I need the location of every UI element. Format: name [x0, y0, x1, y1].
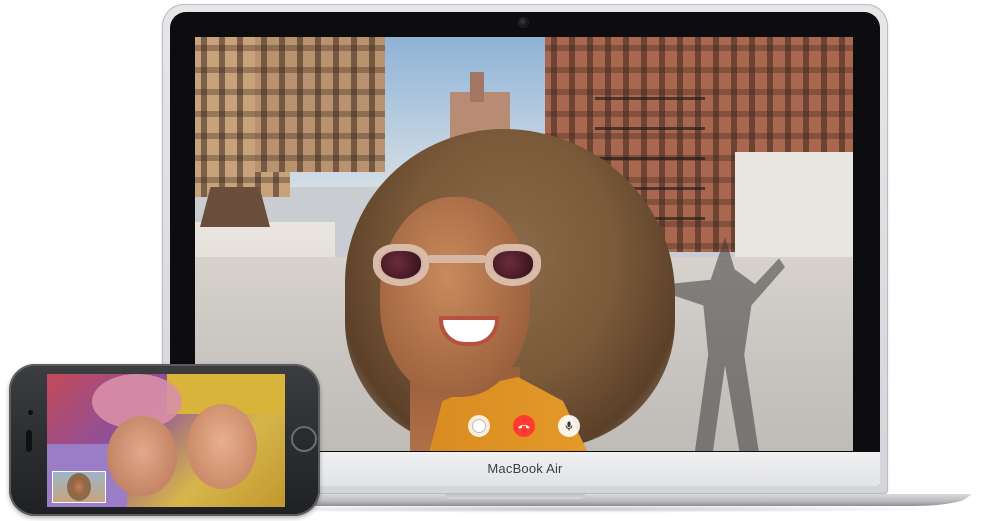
rooftop-vent [200, 187, 270, 227]
microphone-icon [565, 421, 573, 431]
iphone-speaker [26, 430, 32, 452]
caller-face-left [107, 416, 177, 496]
caller-face [380, 197, 530, 397]
laptop-opening-notch [445, 494, 585, 499]
building-distant-2 [470, 72, 484, 102]
picture-in-picture-self-view[interactable] [52, 471, 106, 503]
sunglasses-left-lens [373, 244, 429, 286]
capture-photo-button[interactable] [468, 415, 490, 437]
shutter-icon [472, 419, 486, 433]
laptop-camera-icon [519, 18, 528, 27]
mute-button[interactable] [558, 415, 580, 437]
building-left-tall [255, 37, 385, 172]
caller-face-right [187, 404, 257, 489]
sunglasses-right-lens [485, 244, 541, 286]
end-call-button[interactable] [513, 415, 535, 437]
rooftop-structure [735, 152, 853, 262]
home-button-icon[interactable] [291, 426, 317, 452]
sunglasses-bridge [427, 255, 487, 263]
phone-hangup-icon [518, 424, 530, 429]
front-camera-icon [28, 410, 33, 415]
self-view-face [71, 477, 87, 497]
laptop-brand-label: MacBook Air [487, 461, 563, 476]
